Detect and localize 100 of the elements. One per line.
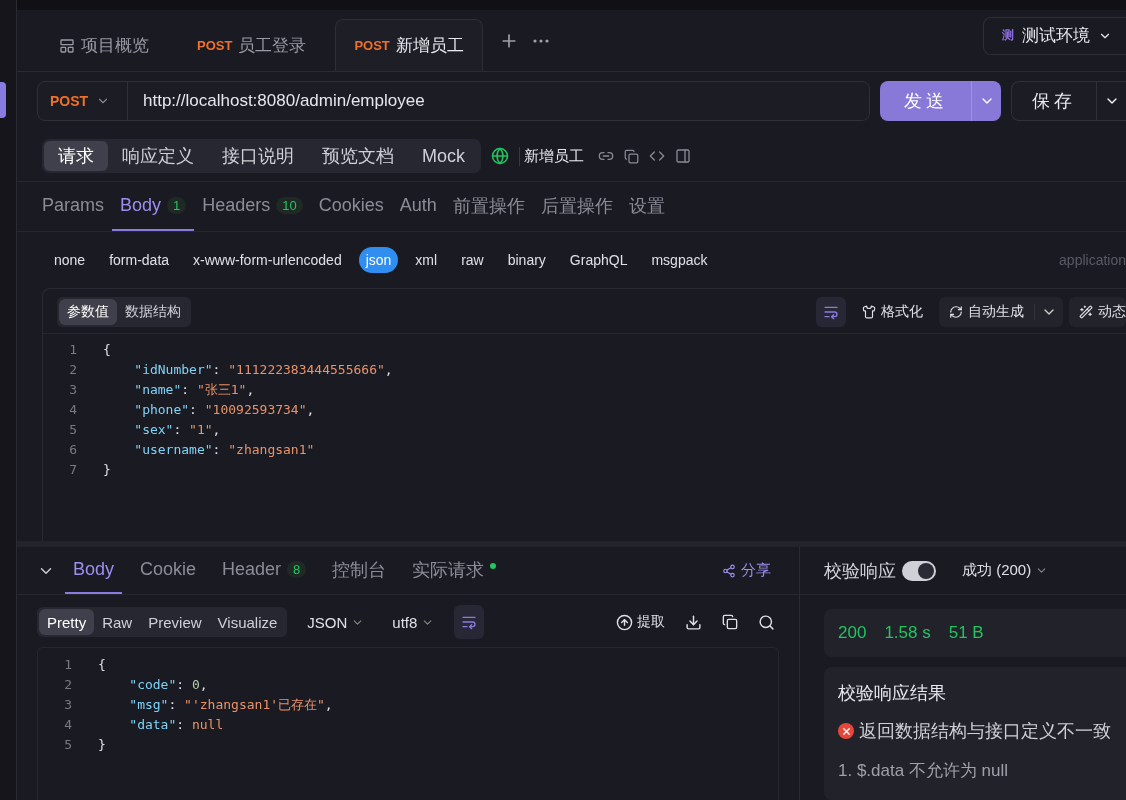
request-tab[interactable]: Headers 10 — [194, 182, 311, 231]
body-type-option[interactable]: binary — [500, 247, 553, 273]
result-title: 校验响应结果 — [838, 682, 947, 705]
error-detail: 1. $.data 不允许为 null — [838, 760, 1010, 782]
wrap-icon[interactable] — [816, 297, 846, 327]
request-tab[interactable]: 后置操作 — [532, 182, 621, 231]
view-tab[interactable]: 预览文档 — [308, 141, 408, 171]
endpoint-name: 新增员工 — [519, 146, 588, 166]
request-tab[interactable]: Body 1 — [112, 182, 195, 231]
body-type-option[interactable]: raw — [454, 247, 491, 273]
body-type-option[interactable]: none — [47, 247, 93, 273]
count-badge: 10 — [276, 197, 303, 214]
tab-label: 项目概览 — [81, 35, 149, 57]
view-tab[interactable]: 请求 — [44, 141, 108, 171]
code-line: "username": "zhangsan1" — [133, 441, 315, 459]
status-select[interactable]: 成功 (200) — [954, 561, 1057, 580]
sidebar-indicator — [0, 82, 6, 118]
response-tab[interactable]: 实际请求 — [404, 547, 505, 594]
refresh-icon — [949, 305, 963, 319]
line-number: 7 — [68, 461, 78, 479]
body-type-option[interactable]: GraphQL — [562, 247, 635, 273]
code-icon[interactable] — [649, 148, 665, 164]
line-number: 5 — [68, 421, 78, 439]
tab-label: 新增员工 — [395, 35, 464, 57]
count-badge: 8 — [287, 561, 307, 578]
line-number: 3 — [68, 381, 78, 399]
line-number: 1 — [63, 656, 73, 674]
body-type-option[interactable]: msgpack — [644, 247, 715, 273]
view-tab[interactable]: 接口说明 — [208, 141, 308, 171]
line-number: 4 — [63, 716, 73, 734]
response-tab[interactable]: Body — [65, 547, 123, 594]
code-line: { — [98, 656, 106, 674]
request-tab[interactable]: Cookies — [310, 182, 392, 231]
format-select[interactable]: JSON — [299, 613, 373, 631]
line-number: 3 — [63, 696, 73, 714]
method-select[interactable]: POST — [38, 82, 128, 120]
toggle-switch[interactable] — [902, 560, 936, 581]
code-line: } — [98, 736, 106, 754]
tab-label: 员工登录 — [238, 35, 307, 57]
more-icon — [532, 38, 549, 43]
encoding-select[interactable]: utf8 — [384, 613, 443, 631]
code-line: "msg": "'zhangsan1'已存在", — [128, 696, 333, 714]
panel-icon[interactable] — [675, 148, 691, 164]
save-button[interactable]: 保存 — [1011, 81, 1126, 121]
wand-icon — [1079, 305, 1093, 319]
line-number: 2 — [63, 676, 73, 694]
tab[interactable]: POST 新增员工 — [335, 19, 483, 71]
response-tab[interactable]: Cookie — [132, 547, 205, 594]
editor-tab[interactable]: 数据结构 — [117, 299, 189, 325]
response-tab[interactable]: Header 8 — [214, 547, 315, 594]
shirt-icon — [862, 305, 876, 319]
view-mode-tab[interactable]: Pretty — [39, 609, 95, 635]
view-tab[interactable]: Mock — [408, 141, 479, 171]
environment-select[interactable]: 测 测试环境 — [983, 16, 1126, 55]
request-tab[interactable]: 前置操作 — [444, 182, 533, 231]
globe-icon — [491, 147, 509, 165]
tab[interactable]: 项目概览 — [40, 19, 168, 71]
response-size: 51 B — [948, 623, 984, 642]
share-link[interactable]: 分享 — [722, 561, 771, 580]
validate-label: 校验响应 — [824, 559, 896, 583]
response-tab[interactable]: 控制台 — [324, 547, 395, 594]
url-field[interactable]: http://localhost:8080/admin/employee — [128, 82, 869, 120]
code-line: "data": null — [128, 716, 224, 734]
view-mode-tab[interactable]: Visualize — [209, 609, 286, 635]
code-line: "code": 0, — [128, 676, 208, 694]
line-number: 5 — [63, 736, 73, 754]
count-badge: 1 — [167, 197, 187, 214]
method-label: POST — [197, 38, 233, 53]
status-code: 200 — [838, 623, 867, 642]
line-number: 2 — [68, 361, 78, 379]
code-line: "sex": "1", — [133, 421, 221, 439]
format-button[interactable]: 格式化 — [852, 297, 933, 327]
response-time: 1.58 s — [884, 623, 931, 642]
tab[interactable]: POST 员工登录 — [178, 19, 326, 71]
line-number: 4 — [68, 401, 78, 419]
editor-tab[interactable]: 参数值 — [59, 299, 117, 325]
content-type-label: application — [1059, 252, 1126, 268]
request-tab[interactable]: Params — [34, 182, 112, 231]
panel-icon — [59, 37, 75, 54]
body-type-option[interactable]: x-www-form-urlencoded — [186, 247, 349, 273]
dynamic-button[interactable]: 动态 — [1069, 297, 1126, 327]
send-button[interactable]: 发送 — [880, 81, 1001, 121]
code-line: "name": "张三1", — [133, 381, 255, 399]
body-type-option[interactable]: xml — [408, 247, 445, 273]
request-tab[interactable]: Auth — [391, 182, 445, 231]
code-line: "idNumber": "111222383444555666", — [133, 361, 393, 379]
line-number: 6 — [68, 441, 78, 459]
code-line: { — [103, 341, 111, 359]
view-tab[interactable]: 响应定义 — [108, 141, 208, 171]
wrap-icon[interactable] — [454, 605, 485, 639]
code-line: "phone": "10092593734", — [133, 401, 315, 419]
line-number: 1 — [68, 341, 78, 359]
method-label: POST — [354, 38, 390, 53]
request-tab[interactable]: 设置 — [620, 182, 673, 231]
view-mode-tab[interactable]: Preview — [140, 609, 210, 635]
extract-button[interactable]: 提取 — [612, 609, 669, 635]
body-type-option[interactable]: form-data — [102, 247, 177, 273]
code-line: } — [103, 461, 111, 479]
error-message: 返回数据结构与接口定义不一致 — [859, 720, 1111, 743]
view-mode-tab[interactable]: Raw — [94, 609, 141, 635]
